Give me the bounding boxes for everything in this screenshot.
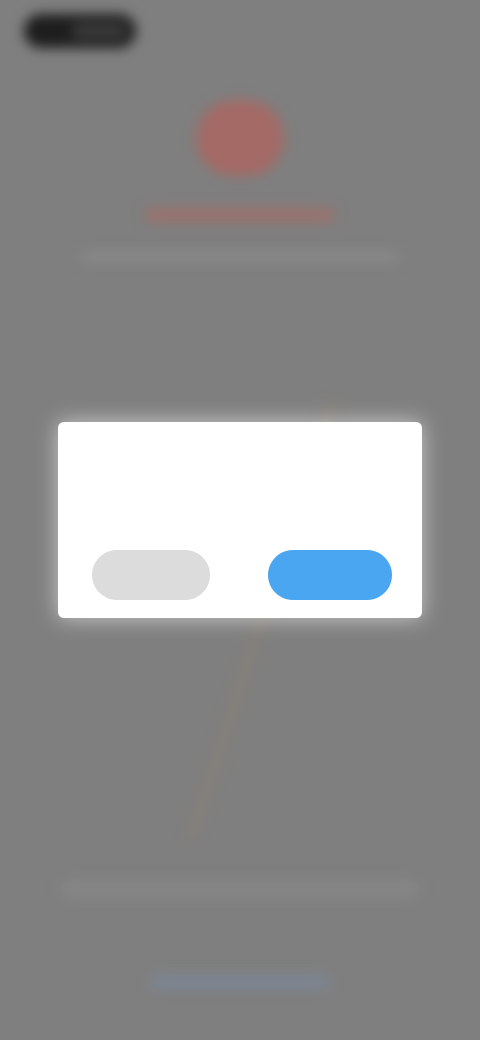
app-screen xyxy=(0,0,480,1040)
cancel-button[interactable] xyxy=(92,550,210,600)
status-bar-pill xyxy=(24,14,136,48)
confirm-dialog xyxy=(58,422,422,618)
app-logo-icon xyxy=(196,100,284,176)
footer-placeholder xyxy=(60,880,420,898)
footer-link-placeholder xyxy=(150,975,330,989)
app-title-placeholder xyxy=(145,208,335,222)
subtitle-placeholder xyxy=(80,252,400,262)
confirm-button[interactable] xyxy=(268,550,392,600)
